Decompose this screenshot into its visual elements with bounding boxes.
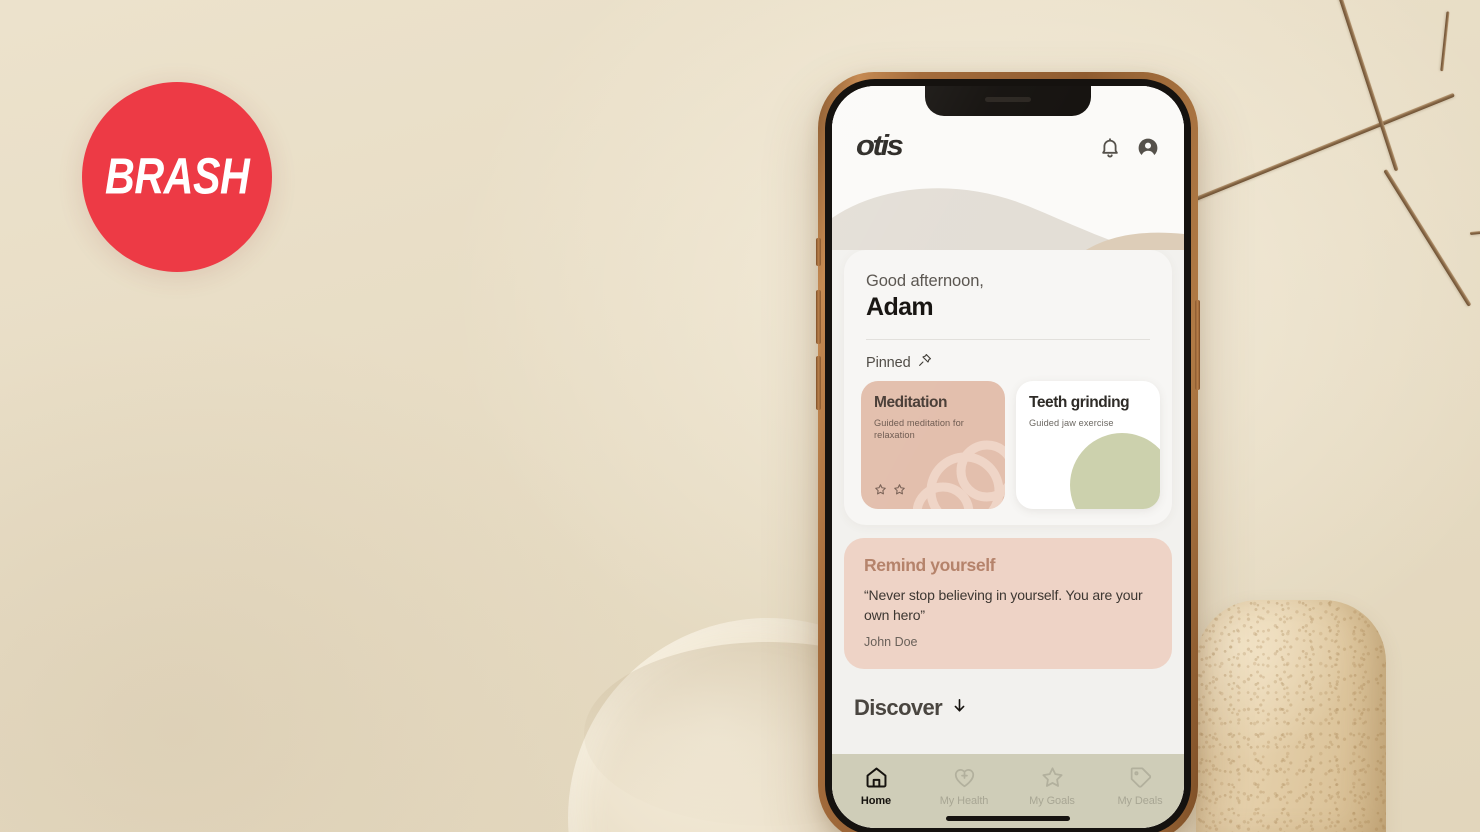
account-circle-icon[interactable]: [1136, 136, 1160, 160]
pinned-card-meditation[interactable]: Meditation Guided meditation for relaxat…: [861, 381, 1005, 509]
pinned-card-rating[interactable]: [874, 483, 906, 496]
pinned-card-description: Guided meditation for relaxation: [874, 418, 964, 441]
heart-plus-icon: [954, 769, 974, 788]
earpiece-speaker: [985, 97, 1031, 102]
phone-screen: otis Good afternoon, Adam Pinned Meditat…: [832, 86, 1184, 828]
pinned-label: Pinned: [866, 354, 911, 371]
notifications-bell-icon[interactable]: [1098, 136, 1122, 160]
reminder-card[interactable]: Remind yourself “Never stop believing in…: [844, 538, 1172, 669]
brash-logo-text: BRASH: [104, 148, 250, 205]
phone-device: otis Good afternoon, Adam Pinned Meditat…: [816, 72, 1200, 832]
tab-home[interactable]: Home: [832, 765, 920, 807]
volume-up-button[interactable]: [816, 290, 821, 344]
arrow-down-icon[interactable]: [951, 697, 968, 719]
home-scroll-content[interactable]: Good afternoon, Adam Pinned Meditation G…: [832, 250, 1184, 754]
tab-label: My Goals: [1029, 795, 1075, 807]
greeting-user-name: Adam: [866, 293, 934, 321]
tab-my-deals[interactable]: My Deals: [1096, 765, 1184, 807]
cork-block-prop: [1196, 600, 1386, 832]
sage-circle-decoration: [1070, 433, 1160, 509]
mute-switch[interactable]: [816, 238, 821, 266]
header-icon-group: [1098, 136, 1160, 164]
reminder-author: John Doe: [864, 634, 918, 649]
discover-title: Discover: [854, 694, 943, 720]
pinned-card-teeth-grinding[interactable]: Teeth grinding Guided jaw exercise: [1016, 381, 1160, 509]
bottom-tab-bar: Home My Health My Goals My Deals: [832, 754, 1184, 828]
tab-my-goals[interactable]: My Goals: [1008, 765, 1096, 807]
power-button[interactable]: [1195, 300, 1200, 390]
tag-icon: [1130, 767, 1151, 788]
pinned-card-title: Teeth grinding: [1029, 394, 1130, 411]
volume-down-button[interactable]: [816, 356, 821, 410]
reminder-quote: “Never stop believing in yourself. You a…: [864, 587, 1143, 623]
tab-label: My Deals: [1117, 795, 1163, 807]
home-indicator: [946, 816, 1070, 821]
product-mockup-scene: BRASH otis Good afternoon, Adam Pinned M…: [0, 0, 1480, 832]
star-icon: [1041, 767, 1063, 787]
star-icon: [894, 484, 905, 495]
tab-label: My Health: [939, 795, 989, 807]
star-icon: [875, 484, 886, 495]
tab-label: Home: [860, 795, 892, 807]
greeting-salutation: Good afternoon,: [866, 272, 984, 290]
otis-logo[interactable]: otis: [856, 129, 904, 162]
pinned-card-title: Meditation: [874, 394, 947, 411]
reminder-title: Remind yourself: [864, 555, 996, 575]
brash-logo-badge: BRASH: [82, 82, 272, 272]
tab-my-health[interactable]: My Health: [920, 765, 1008, 807]
pinned-section-header: Pinned: [844, 340, 1172, 381]
discover-section-header[interactable]: Discover: [832, 669, 1184, 721]
pinned-card-description: Guided jaw exercise: [1029, 418, 1114, 428]
home-icon: [866, 767, 886, 788]
phone-notch: [925, 86, 1091, 116]
greeting-card: Good afternoon, Adam Pinned Meditation G…: [844, 250, 1172, 525]
pin-icon: [918, 353, 932, 372]
otis-app: otis Good afternoon, Adam Pinned Meditat…: [832, 86, 1184, 828]
pinned-cards-carousel[interactable]: Meditation Guided meditation for relaxat…: [844, 381, 1172, 509]
